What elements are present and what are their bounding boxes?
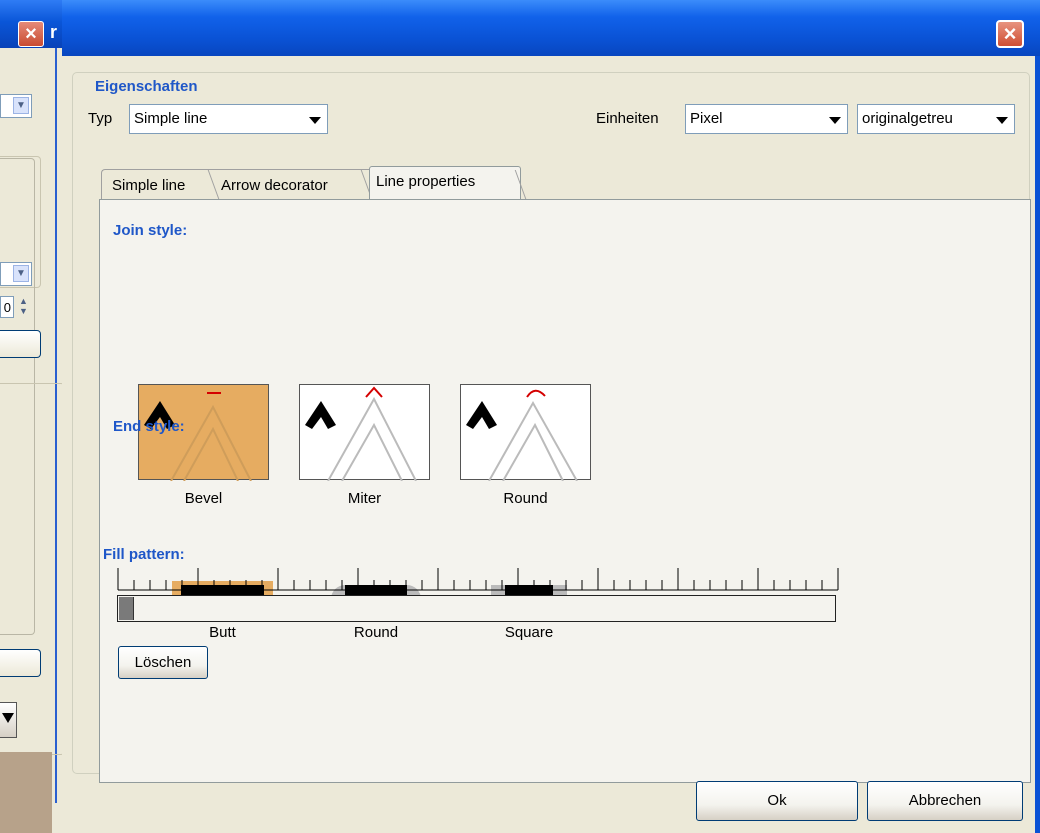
tab-label: Simple line	[112, 177, 186, 194]
ok-label: Ok	[767, 792, 787, 809]
tab-label: Line properties	[376, 173, 476, 190]
background-spinner[interactable]: 0	[0, 296, 14, 318]
close-icon: ×	[1003, 21, 1017, 46]
scale-select[interactable]: originalgetreu	[857, 104, 1015, 134]
background-window-body: ▼ ▼ 0 ▲ ▼	[0, 48, 65, 803]
background-close-button[interactable]: ×	[18, 21, 44, 47]
chevron-down-icon	[829, 117, 841, 124]
end-round-label: Round	[353, 624, 399, 641]
fill-pattern-ruler	[117, 568, 839, 591]
properties-group-title: Eigenschaften	[92, 78, 201, 95]
miter-join-icon	[305, 386, 417, 481]
background-arrow-button[interactable]	[0, 702, 17, 738]
round-join-icon	[466, 389, 578, 481]
chevron-down-icon	[309, 117, 321, 124]
join-round-option[interactable]	[460, 384, 591, 481]
join-miter-option[interactable]	[299, 384, 430, 481]
close-button[interactable]: ×	[996, 20, 1024, 48]
tab-label: Arrow decorator	[221, 177, 328, 194]
background-group-2	[0, 383, 65, 755]
tab-arrow-decorator[interactable]: Arrow decorator	[215, 169, 370, 199]
background-combo-2[interactable]: ▼	[0, 262, 32, 286]
arrow-down-icon	[2, 713, 14, 723]
type-label: Typ	[88, 110, 113, 127]
units-label: Einheiten	[596, 110, 659, 127]
chevron-down-icon: ▼	[13, 265, 29, 282]
line-properties-panel: Join style: Bevel Miter Round End style:…	[99, 199, 1031, 783]
background-title-fragment: r	[50, 22, 58, 42]
close-icon: ×	[25, 23, 37, 45]
properties-group: Eigenschaften Typ Simple line Einheiten …	[72, 72, 1031, 783]
cancel-label: Abbrechen	[908, 792, 982, 809]
tab-line-properties[interactable]: Line properties	[369, 166, 521, 199]
background-sash	[0, 752, 52, 833]
background-button-2[interactable]	[0, 649, 41, 677]
end-square-label: Square	[504, 624, 554, 641]
ok-button[interactable]: Ok	[696, 781, 858, 821]
scale-select-value: originalgetreu	[862, 110, 953, 127]
background-window: × r ▼ ▼ 0 ▲ ▼	[0, 0, 65, 833]
fill-pattern-title: Fill pattern:	[103, 546, 185, 563]
clear-pattern-button[interactable]: Löschen	[118, 646, 208, 679]
units-select-value: Pixel	[690, 110, 723, 127]
cancel-button[interactable]: Abbrechen	[867, 781, 1023, 821]
clear-pattern-label: Löschen	[134, 654, 192, 671]
chevron-down-icon: ▼	[13, 97, 29, 114]
join-bevel-label: Bevel	[184, 490, 223, 507]
dialog-body: Eigenschaften Typ Simple line Einheiten …	[62, 56, 1040, 833]
spinner-arrows-icon[interactable]: ▲ ▼	[19, 296, 31, 318]
end-butt-label: Butt	[209, 624, 236, 641]
units-select[interactable]: Pixel	[685, 104, 848, 134]
type-select-value: Simple line	[134, 110, 208, 127]
join-style-title: Join style:	[113, 222, 188, 239]
type-select[interactable]: Simple line	[129, 104, 328, 134]
background-titlebar: × r	[0, 0, 62, 48]
chevron-down-icon	[996, 117, 1008, 124]
fill-pattern-bar[interactable]	[117, 595, 836, 622]
end-style-title: End style:	[113, 418, 185, 435]
background-button[interactable]	[0, 330, 41, 358]
line-properties-dialog: × Eigenschaften Typ Simple line Einheite…	[62, 0, 1040, 833]
fill-pattern-cell[interactable]	[119, 597, 134, 620]
dialog-titlebar: ×	[62, 0, 1040, 56]
join-miter-label: Miter	[347, 490, 382, 507]
tab-simple-line[interactable]: Simple line	[101, 169, 216, 199]
join-round-label: Round	[503, 490, 548, 507]
background-combo[interactable]: ▼	[0, 94, 32, 118]
